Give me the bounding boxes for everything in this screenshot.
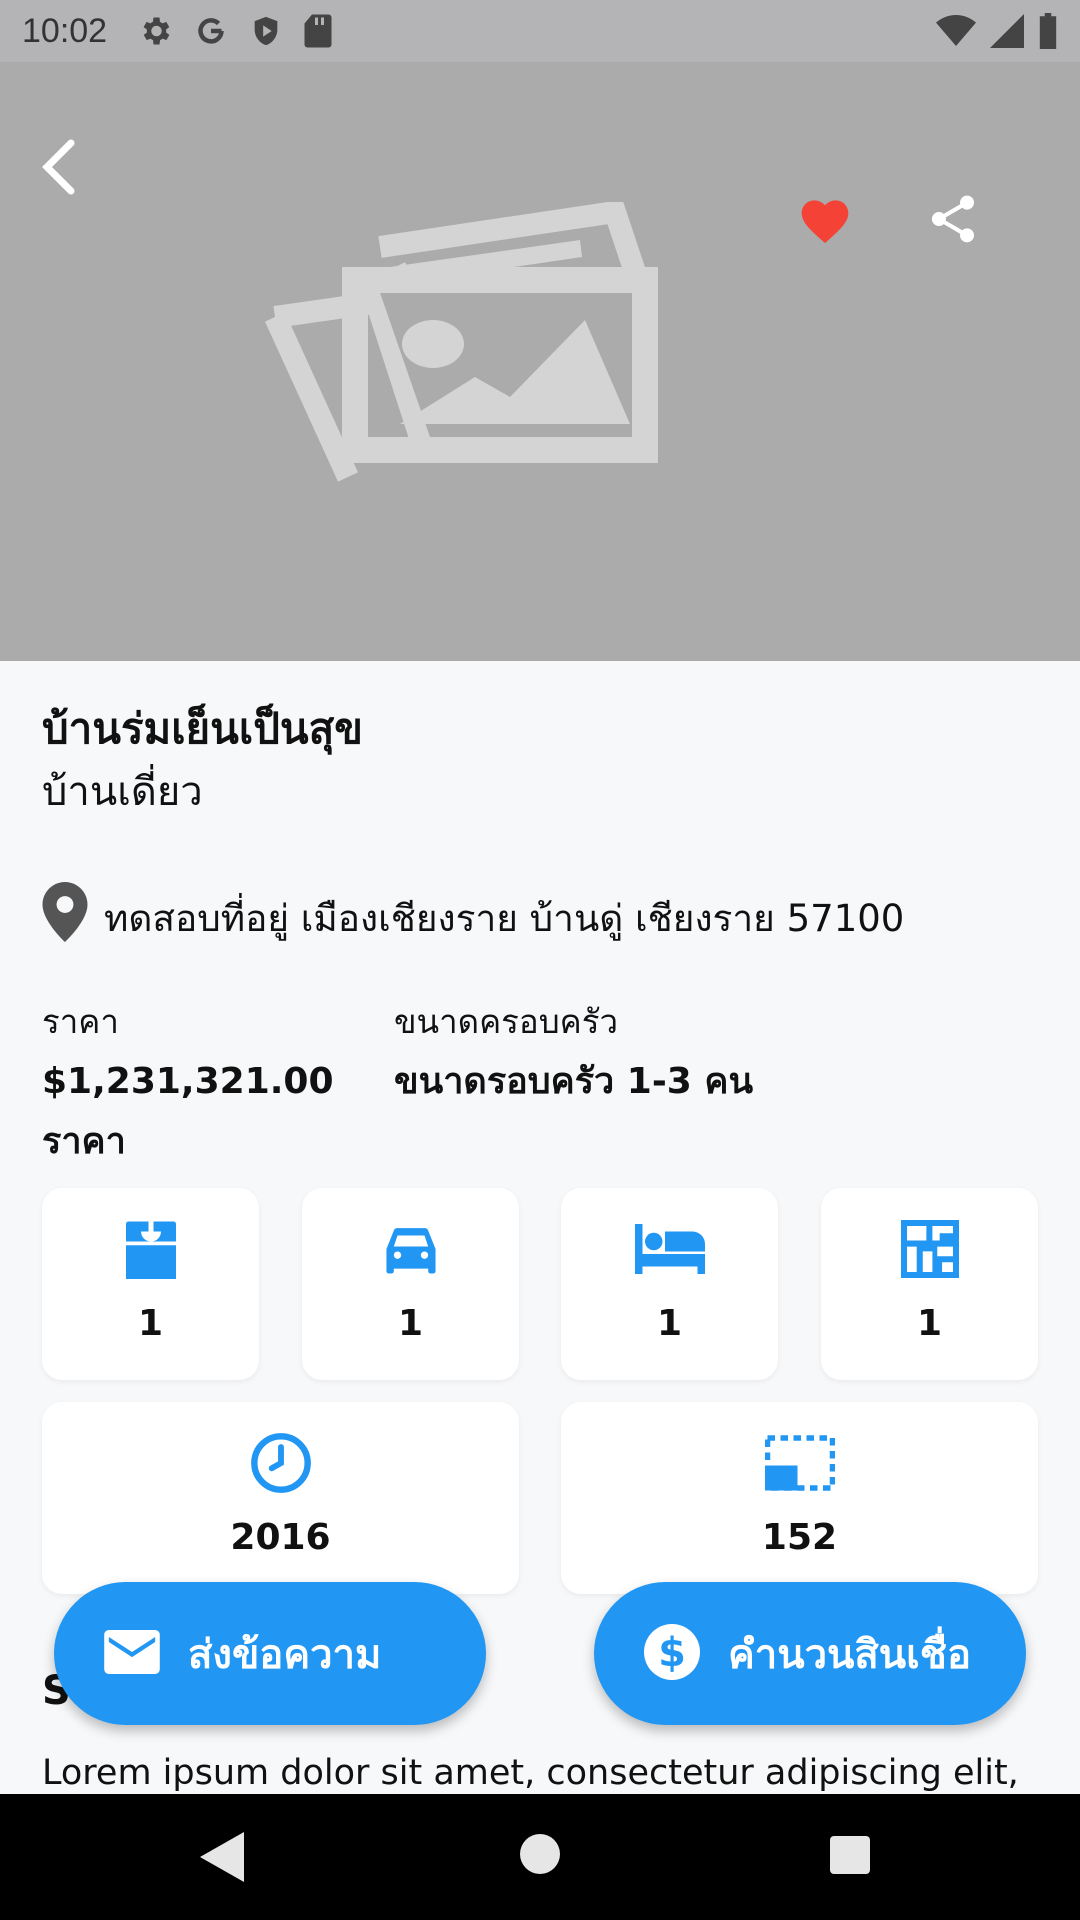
nav-home-icon[interactable] (520, 1834, 560, 1878)
parking-stat-card: 1 (302, 1188, 519, 1380)
system-nav-bar (0, 1794, 1080, 1920)
status-left-icons (137, 13, 333, 49)
send-message-button[interactable]: ส่งข้อความ (54, 1582, 486, 1725)
price-value: $1,231,321.00 ราคา (42, 1061, 334, 1162)
sd-card-icon (303, 13, 333, 49)
back-button[interactable] (24, 132, 94, 202)
favorite-button[interactable] (790, 186, 860, 256)
family-size-label: ขนาดครอบครัว (394, 1002, 618, 1041)
heart-icon (797, 193, 853, 249)
price-block: ราคา $1,231,321.00 ราคา (42, 1000, 394, 1172)
bedroom-stat-card: 1 (561, 1188, 778, 1380)
svg-text:$: $ (658, 1630, 686, 1676)
dollar-icon: $ (644, 1623, 700, 1684)
battery-icon (1038, 13, 1058, 49)
floor-stat-card: 1 (821, 1188, 1038, 1380)
status-bar: 10:02 (0, 0, 1080, 62)
location-pin-icon (42, 882, 92, 944)
area-stat-card: 152 (561, 1402, 1038, 1594)
bathroom-count: 1 (137, 1303, 164, 1344)
google-icon (193, 13, 229, 49)
area-value: 152 (761, 1517, 838, 1558)
bed-icon (634, 1216, 705, 1282)
property-header: บ้านร่มเย็นเป็นสุข บ้านเดี่ยว (42, 700, 1038, 822)
wifi-icon (936, 14, 976, 48)
property-type: บ้านเดี่ยว (42, 769, 203, 815)
loan-calculator-button[interactable]: $ คำนวนสินเชื่อ (594, 1582, 1026, 1725)
family-size-value: ขนาดรอบครัว 1-3 คน (394, 1061, 754, 1102)
year-built: 2016 (230, 1517, 331, 1558)
status-time: 10:02 (22, 11, 108, 50)
info-row: ราคา $1,231,321.00 ราคา ขนาดครอบครัว ขนา… (42, 1000, 753, 1172)
shield-icon (249, 13, 283, 49)
mail-icon (104, 1629, 160, 1678)
status-right-icons (936, 13, 1058, 49)
property-address: ทดสอบที่อยู่ เมืองเชียงราย บ้านดู่ เชียง… (104, 897, 905, 940)
share-button[interactable] (918, 186, 988, 256)
gear-icon (137, 13, 173, 49)
property-title: บ้านร่มเย็นเป็นสุข (42, 704, 363, 753)
loan-calculator-label: คำนวนสินเชื่อ (728, 1631, 971, 1678)
parking-count: 1 (397, 1303, 424, 1344)
car-icon (381, 1216, 441, 1282)
address-row: ทดสอบที่อยู่ เมืองเชียงราย บ้านดู่ เชียง… (42, 882, 904, 944)
description-text: Lorem ipsum dolor sit amet, consectetur … (42, 1753, 1019, 1793)
image-placeholder-icon (260, 199, 760, 506)
share-icon (925, 191, 981, 251)
floor-count: 1 (916, 1303, 943, 1344)
nav-recents-icon[interactable] (830, 1836, 870, 1878)
clock-icon (249, 1430, 313, 1496)
bathroom-icon (121, 1216, 181, 1282)
price-label: ราคา (42, 1002, 119, 1041)
year-stat-card: 2016 (42, 1402, 519, 1594)
send-message-label: ส่งข้อความ (188, 1631, 382, 1678)
nav-back-icon[interactable] (200, 1832, 244, 1886)
screen: 10:02 บ้านร่มเย็นเป็นสุข บ้านเดี่ยว ทดสอ… (0, 0, 1080, 1920)
floor-plan-icon (900, 1216, 959, 1282)
bedroom-count: 1 (656, 1303, 683, 1344)
family-block: ขนาดครอบครัว ขนาดรอบครัว 1-3 คน (394, 1000, 753, 1172)
hero-image (0, 62, 1080, 661)
bathroom-stat-card: 1 (42, 1188, 259, 1380)
signal-icon (990, 14, 1024, 48)
area-icon (764, 1430, 835, 1496)
